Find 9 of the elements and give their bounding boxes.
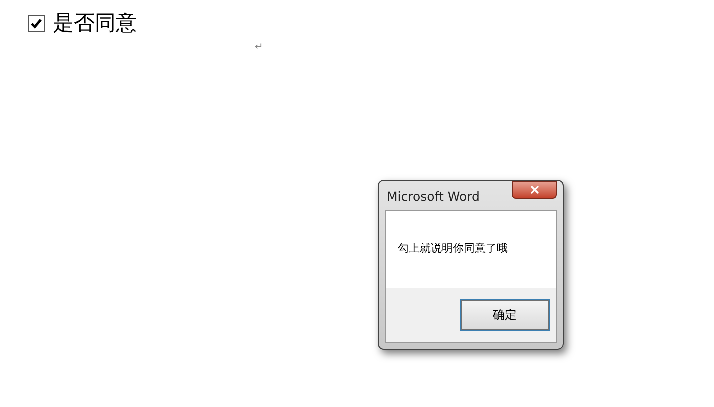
paragraph-mark: ↵ [255, 42, 264, 53]
window-title: Microsoft Word [386, 188, 480, 206]
dialog-message: 勾上就说明你同意了哦 [398, 241, 508, 258]
ok-button[interactable]: 确定 [461, 300, 549, 330]
close-button[interactable] [512, 181, 557, 199]
checkbox-label: 是否同意 [53, 13, 137, 34]
close-icon [528, 184, 540, 196]
checkmark-icon [31, 18, 42, 28]
checkbox[interactable] [28, 15, 45, 32]
